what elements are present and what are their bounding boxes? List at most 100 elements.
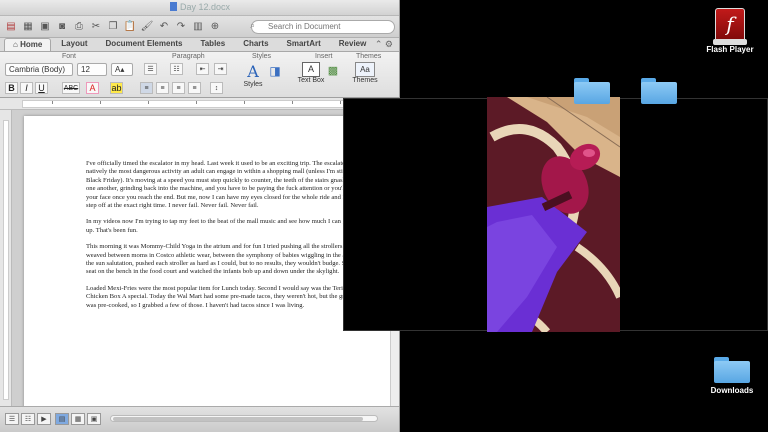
print-icon[interactable]: ⎙ xyxy=(72,20,86,34)
gallery-icon[interactable]: ▥ xyxy=(191,20,205,34)
paragraph-4: Loaded Mexi-Fries were the most popular … xyxy=(86,284,371,309)
text-box-icon: A xyxy=(302,62,320,77)
horizontal-ruler[interactable] xyxy=(0,98,399,110)
cut-icon[interactable]: ✂ xyxy=(89,20,103,34)
desktop-item-downloads[interactable]: Downloads xyxy=(700,357,764,395)
open-icon[interactable]: ▣ xyxy=(38,20,52,34)
horizontal-scroll-thumb[interactable] xyxy=(113,417,363,421)
collapse-icon[interactable]: ⌃ xyxy=(375,39,383,49)
page[interactable]: I've officially timed the escalator in m… xyxy=(24,116,390,406)
zoom-icon[interactable]: ⊕ xyxy=(208,20,222,34)
copy-icon[interactable]: ❐ xyxy=(106,20,120,34)
tab-charts[interactable]: Charts xyxy=(235,38,276,51)
insert-shape-icon[interactable]: ◨ xyxy=(268,64,282,78)
strikethrough-button[interactable]: ABC xyxy=(62,82,80,94)
print-layout-view-icon[interactable]: ▤ xyxy=(55,413,69,425)
search-icon: ⌕ xyxy=(250,20,256,30)
vertical-ruler[interactable] xyxy=(0,110,12,406)
desktop-folder-1[interactable] xyxy=(574,78,610,104)
indent-button[interactable]: ⇥ xyxy=(214,63,227,75)
document-area: I've officially timed the escalator in m… xyxy=(12,110,390,406)
ruler-tick xyxy=(100,101,101,104)
align-right-button[interactable]: ≡ xyxy=(172,82,185,94)
paste-icon[interactable]: 📋 xyxy=(123,20,137,34)
undo-icon[interactable]: ↶ xyxy=(157,20,171,34)
styles-label: Styles xyxy=(243,81,263,88)
bold-button[interactable]: B xyxy=(5,82,18,94)
photo-image xyxy=(487,97,620,332)
align-left-button[interactable]: ≡ xyxy=(140,82,153,94)
outdent-button[interactable]: ⇤ xyxy=(196,63,209,75)
ribbon-tabs: ⌂ Home Layout Document Elements Tables C… xyxy=(0,38,399,52)
line-spacing-button[interactable]: ↕ xyxy=(210,82,223,94)
group-themes-label: Themes xyxy=(356,53,382,60)
numbering-button[interactable]: ☷ xyxy=(170,63,183,75)
highlight-button[interactable]: ab xyxy=(110,82,123,94)
themes-icon: Aa xyxy=(355,62,375,77)
document-body[interactable]: I've officially timed the escalator in m… xyxy=(86,160,376,318)
paragraph-3: This morning it was Mommy-Child Yoga in … xyxy=(86,243,371,276)
home-icon: ⌂ xyxy=(13,40,21,49)
ribbon: Font Paragraph Styles Insert Themes Camb… xyxy=(0,52,399,98)
flash-player-icon: f xyxy=(713,8,747,45)
downloads-folder-icon xyxy=(714,357,750,383)
ribbon-options[interactable]: ⌃ ⚙ xyxy=(375,39,393,50)
styles-button[interactable]: A Styles xyxy=(240,62,266,88)
font-size-select[interactable]: 12 xyxy=(77,63,107,76)
themes-label: Themes xyxy=(352,77,378,84)
desktop: Day 12.docx ▤ ▦ ▣ ◙ ⎙ ✂ ❐ 📋 🖌 ↶ ↷ ▥ ⊕ ⌕ … xyxy=(0,0,768,432)
flash-player-label: Flash Player xyxy=(706,45,754,54)
font-name-select[interactable]: Cambria (Body) xyxy=(5,63,73,76)
horizontal-scrollbar[interactable] xyxy=(110,415,378,422)
text-box-button[interactable]: A Text Box xyxy=(296,62,326,84)
tab-review[interactable]: Review xyxy=(331,38,375,51)
themes-button[interactable]: Aa Themes xyxy=(350,62,380,84)
tab-tables[interactable]: Tables xyxy=(192,38,233,51)
ruler-tick xyxy=(196,101,197,104)
group-paragraph-label: Paragraph xyxy=(172,53,205,60)
tab-smartart[interactable]: SmartArt xyxy=(279,38,329,51)
bullets-button[interactable]: ☰ xyxy=(144,63,157,75)
focus-view-icon[interactable]: ▣ xyxy=(87,413,101,425)
title-bar: Day 12.docx xyxy=(0,0,399,16)
vruler-strip xyxy=(3,120,9,400)
align-center-button[interactable]: ≡ xyxy=(156,82,169,94)
group-styles-label: Styles xyxy=(252,53,272,60)
redo-icon[interactable]: ↷ xyxy=(174,20,188,34)
window-title: Day 12.docx xyxy=(180,2,231,12)
templates-icon[interactable]: ▦ xyxy=(21,20,35,34)
justify-button[interactable]: ≡ xyxy=(188,82,201,94)
standard-toolbar: ▤ ▦ ▣ ◙ ⎙ ✂ ❐ 📋 🖌 ↶ ↷ ▥ ⊕ xyxy=(0,16,399,38)
folder-icon xyxy=(641,78,677,104)
italic-button[interactable]: I xyxy=(20,82,33,94)
font-color-button[interactable]: A xyxy=(86,82,99,94)
insert-picture-icon[interactable]: ▩ xyxy=(326,64,340,77)
paragraph-2: In my videos now I'm trying to tap my fe… xyxy=(86,218,375,234)
preview-window[interactable] xyxy=(343,97,768,332)
group-font-label: Font xyxy=(62,53,77,60)
ruler-tick xyxy=(244,101,245,104)
desktop-folder-2[interactable] xyxy=(641,78,677,104)
tab-home[interactable]: ⌂ Home xyxy=(4,38,52,51)
draft-view-icon[interactable]: ☰ xyxy=(5,413,19,425)
outline-view-icon[interactable]: ☷ xyxy=(21,413,35,425)
new-document-icon[interactable]: ▤ xyxy=(4,20,18,34)
ruler-tick xyxy=(148,101,149,104)
downloads-label: Downloads xyxy=(710,386,754,395)
publishing-view-icon[interactable]: ▶ xyxy=(37,413,51,425)
ruler-strip xyxy=(22,100,382,108)
save-icon[interactable]: ◙ xyxy=(55,20,69,34)
search-input[interactable] xyxy=(251,19,395,34)
desktop-item-flash-player[interactable]: f Flash Player xyxy=(700,8,760,54)
underline-button[interactable]: U xyxy=(35,82,48,94)
styles-icon: A xyxy=(247,62,259,81)
status-bar: ☰ ☷ ▶ ▤ ▦ ▣ xyxy=(0,406,399,432)
grow-font-button[interactable]: A▴ xyxy=(111,63,133,76)
tab-layout[interactable]: Layout xyxy=(53,38,95,51)
gear-icon[interactable]: ⚙ xyxy=(385,39,393,49)
folder-icon xyxy=(574,78,610,104)
tab-document-elements[interactable]: Document Elements xyxy=(98,38,191,51)
format-painter-icon[interactable]: 🖌 xyxy=(140,20,154,34)
notebook-view-icon[interactable]: ▦ xyxy=(71,413,85,425)
group-insert-label: Insert xyxy=(315,53,333,60)
